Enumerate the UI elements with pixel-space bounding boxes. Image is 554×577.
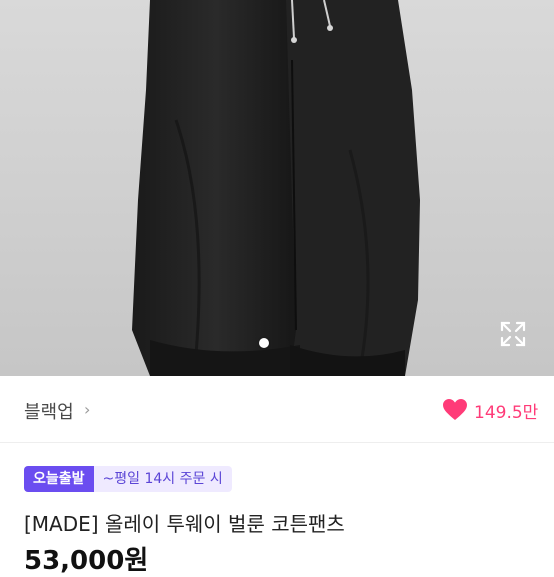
product-title: [MADE] 올레이 투웨이 벌룬 코튼팬츠 [24, 512, 345, 536]
badge-today-shipping: 오늘출발 [24, 466, 94, 492]
product-photo [132, 0, 420, 376]
product-price: 53,000원 [24, 546, 149, 576]
like-count: 149.5만 [474, 403, 539, 423]
shipping-badge: 오늘출발 ~평일 14시 주문 시 [24, 466, 232, 492]
store-row[interactable]: 블랙업 › 149.5만 [0, 376, 554, 443]
chevron-right-icon: › [84, 400, 91, 419]
expand-icon[interactable] [499, 320, 527, 348]
badge-note: ~평일 14시 주문 시 [93, 466, 232, 492]
store-name[interactable]: 블랙업 [24, 398, 74, 424]
product-image[interactable] [0, 0, 554, 376]
carousel-dot-active[interactable] [259, 338, 269, 348]
heart-icon[interactable] [442, 398, 468, 421]
